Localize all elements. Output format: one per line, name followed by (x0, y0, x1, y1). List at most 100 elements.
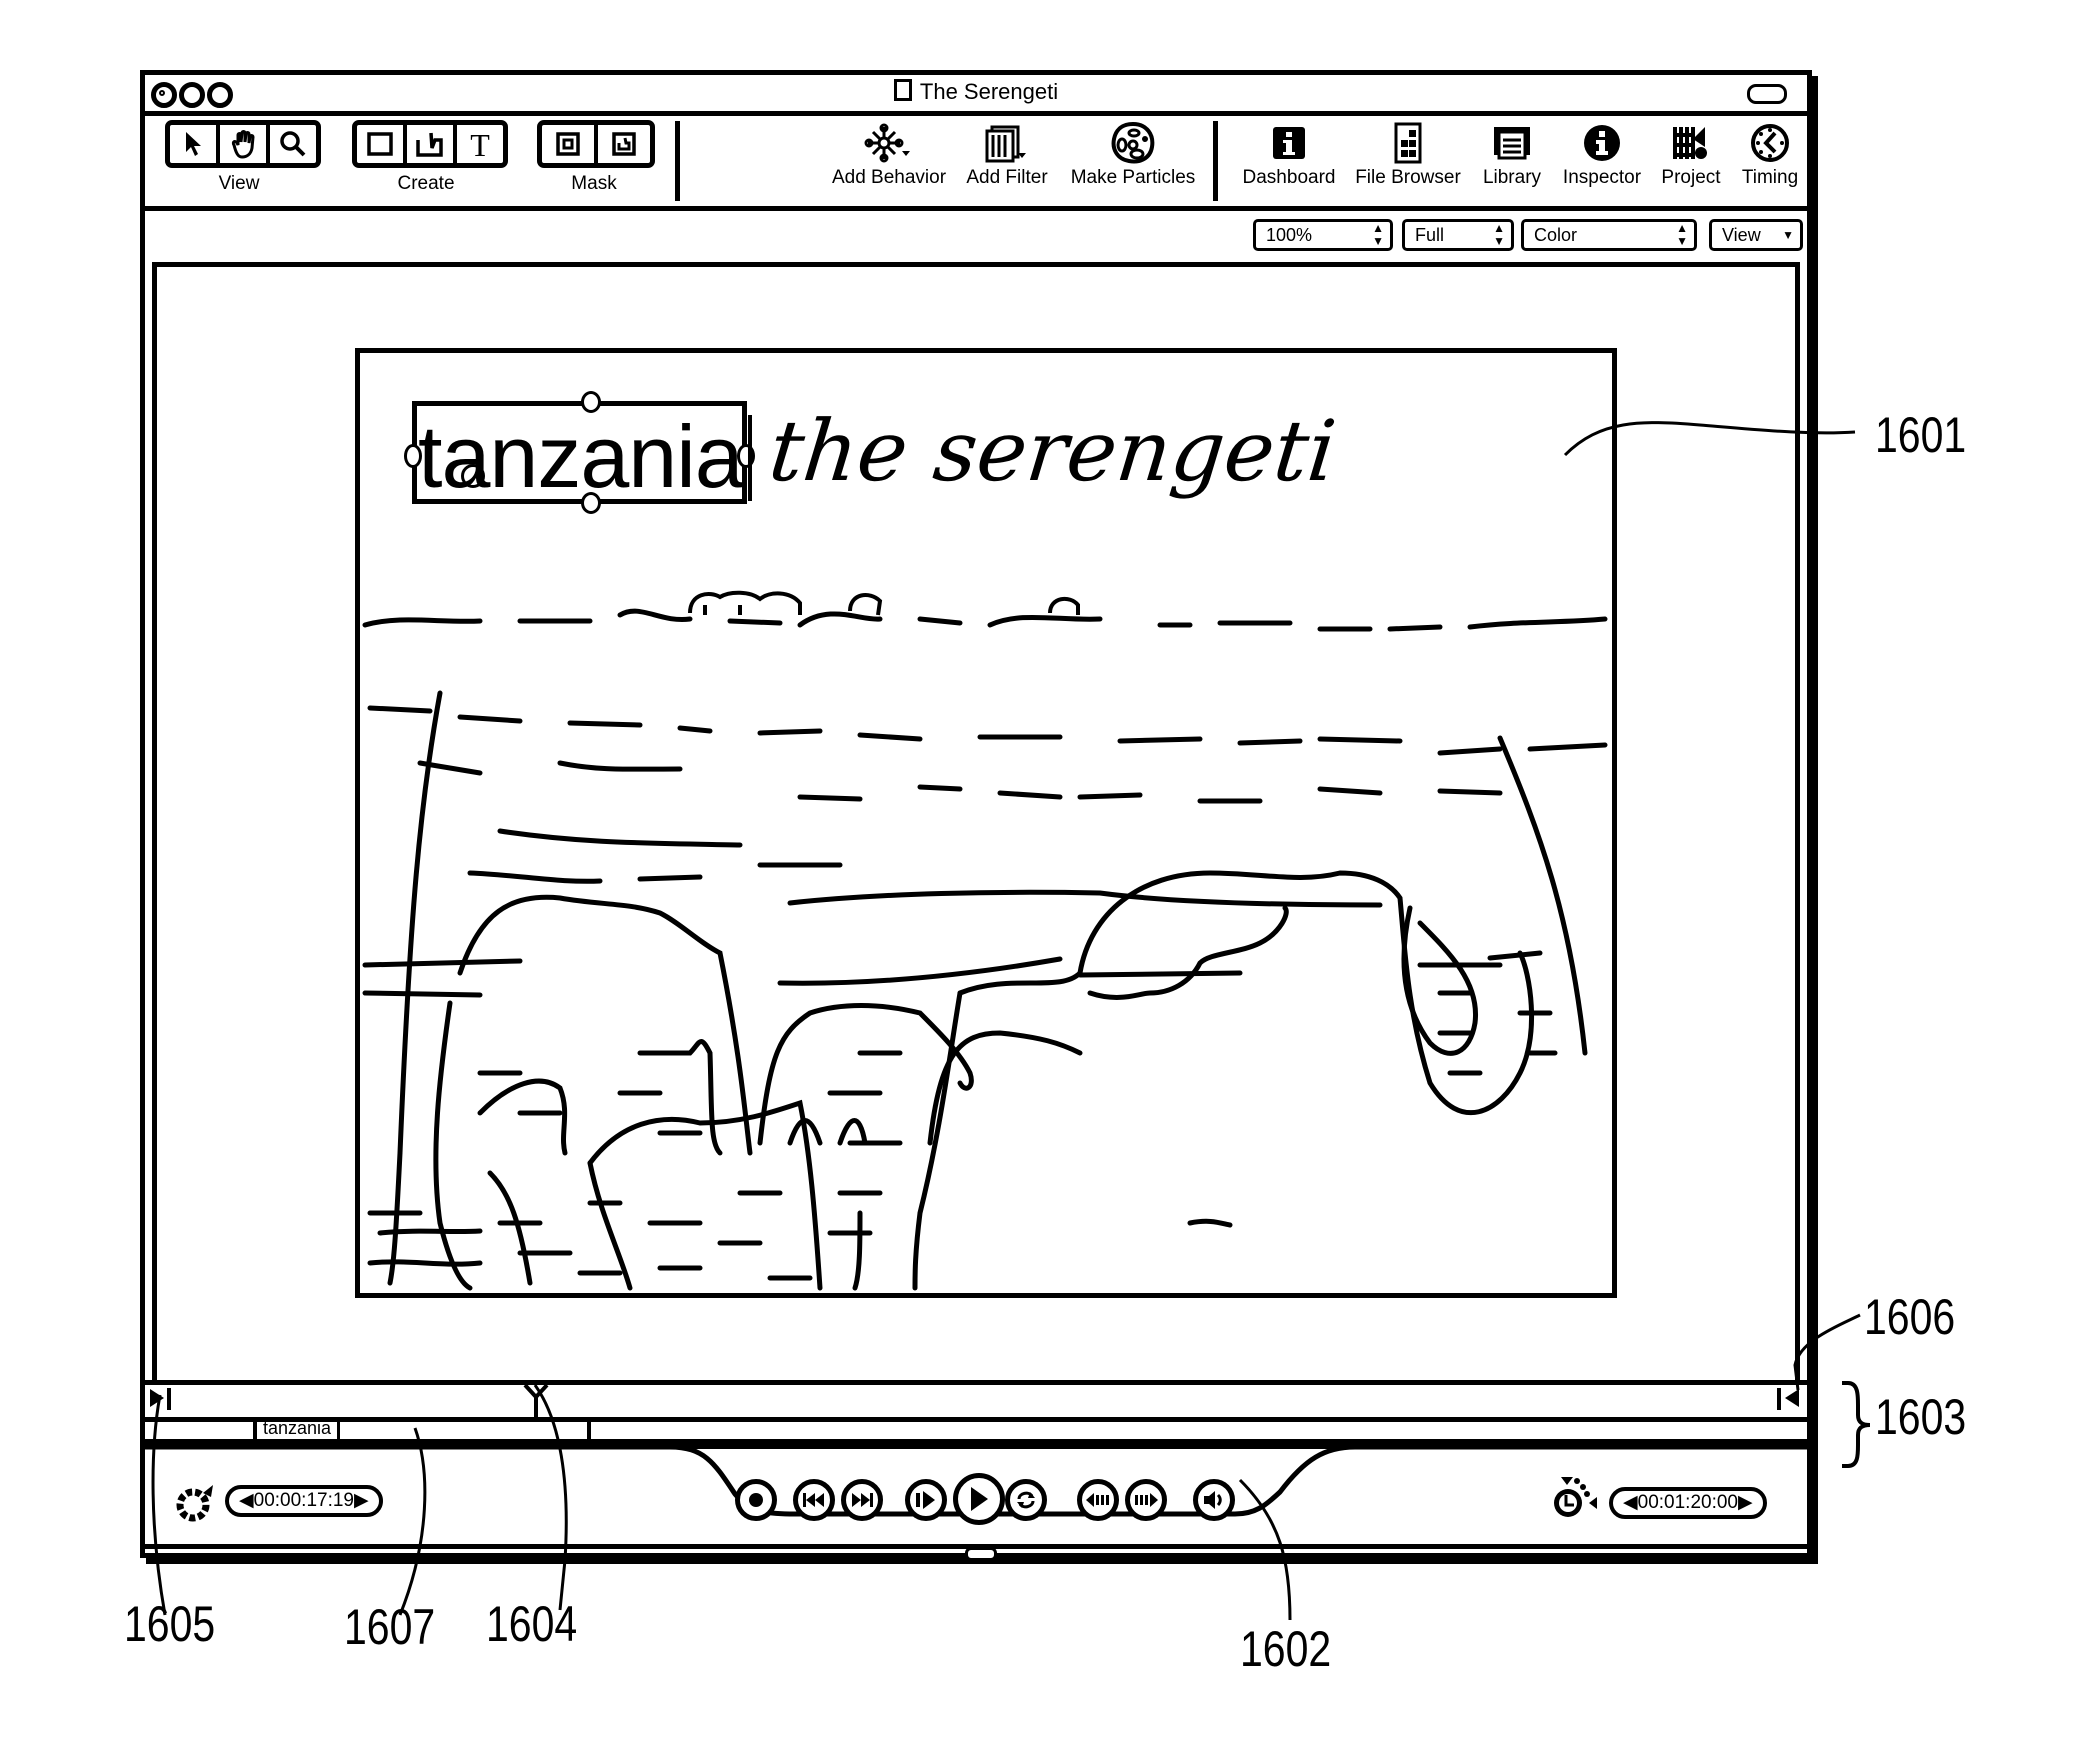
reference-numeral-1607: 1607 (344, 1599, 436, 1655)
play-range-in-icon (150, 1389, 164, 1407)
toolbar: View T Create Mask Add Behavior Add Filt… (145, 111, 1807, 211)
dashboard-label: Dashboard (1242, 167, 1336, 188)
project-icon (1673, 127, 1707, 159)
resize-grip[interactable] (965, 1547, 997, 1561)
timing-clock-icon (1751, 124, 1789, 162)
app-window: The Serengeti View T Create Mask Add Beh… (140, 70, 1812, 1561)
make-particles-label: Make Particles (1070, 167, 1196, 188)
resolution-value: Full (1415, 225, 1445, 245)
reference-numeral-1601: 1601 (1875, 407, 1967, 463)
layer-bar[interactable]: tanzania (253, 1417, 591, 1439)
zoom-tool-button[interactable] (270, 125, 316, 163)
behavior-gear-icon (864, 123, 910, 163)
create-tool-group: T (352, 120, 508, 168)
file-browser-label: File Browser (1355, 167, 1461, 188)
audio-button[interactable] (1193, 1479, 1235, 1521)
duration-field[interactable]: ◀00:01:20:00▶ (1609, 1487, 1767, 1519)
reference-numeral-1602: 1602 (1240, 1621, 1332, 1677)
play-range-out-marker[interactable] (1777, 1388, 1803, 1410)
bezier-tool-button[interactable] (407, 125, 457, 163)
rectangle-tool-button[interactable] (357, 125, 407, 163)
brace-1603 (1842, 1381, 1871, 1468)
window-footer (145, 1544, 1807, 1561)
bezier-mask-button[interactable] (598, 125, 650, 163)
channels-value: Color (1534, 225, 1578, 245)
file-browser-button[interactable]: File Browser (1349, 119, 1467, 189)
stepper-arrows-icon: ▲ ▼ (1676, 221, 1688, 248)
select-tool-button[interactable] (170, 125, 220, 163)
play-range-in-marker[interactable] (149, 1388, 171, 1410)
zoom-level-value: 100% (1266, 225, 1313, 245)
channels-popup[interactable]: Color ▲ ▼ (1521, 219, 1697, 251)
inspector-button[interactable]: Inspector (1555, 119, 1649, 189)
next-frame-icon (1135, 1493, 1158, 1507)
play-button[interactable] (953, 1473, 1005, 1525)
library-icon (1494, 127, 1530, 160)
resolution-popup[interactable]: Full ▲ ▼ (1402, 219, 1514, 251)
playhead-icon (523, 1383, 549, 1417)
current-time-value: 00:00:17:19 (253, 1490, 354, 1511)
current-time-icon (175, 1483, 219, 1528)
chevron-down-icon: ▼ (1782, 228, 1794, 242)
go-to-end-button[interactable] (841, 1479, 883, 1521)
play-from-start-button[interactable] (905, 1479, 947, 1521)
pan-tool-button[interactable] (220, 125, 270, 163)
timing-button[interactable]: Timing (1735, 119, 1805, 189)
text-cursor-bar (748, 415, 752, 501)
time-decrement-icon[interactable]: ◀ (239, 1490, 254, 1511)
time-increment-icon[interactable]: ▶ (1738, 1492, 1753, 1513)
timing-label: Timing (1741, 167, 1799, 188)
go-to-end-icon (852, 1493, 873, 1507)
reference-numeral-1604: 1604 (486, 1596, 578, 1652)
add-behavior-button[interactable]: Add Behavior (827, 119, 951, 189)
previous-frame-icon (1086, 1493, 1109, 1507)
inspector-icon (1584, 125, 1620, 161)
view-menu-label: View (1722, 225, 1761, 245)
loop-button[interactable] (1005, 1479, 1047, 1521)
current-time-field[interactable]: ◀00:00:17:19▶ (225, 1485, 383, 1517)
view-menu-button[interactable]: View ▼ (1709, 219, 1803, 251)
canvas-frame[interactable]: tanzania the serengeti (355, 348, 1617, 1298)
previous-frame-button[interactable] (1077, 1479, 1119, 1521)
tanzania-text-object[interactable]: tanzania (418, 413, 744, 501)
zoom-level-popup[interactable]: 100% ▲ ▼ (1253, 219, 1393, 251)
project-button[interactable]: Project (1653, 119, 1729, 189)
viewer-options-bar: 100% ▲ ▼ Full ▲ ▼ Color ▲ ▼ View ▼ (145, 211, 1807, 259)
library-label: Library (1482, 167, 1542, 188)
canvas-viewer[interactable]: tanzania the serengeti (152, 262, 1800, 1380)
time-increment-icon[interactable]: ▶ (354, 1490, 369, 1511)
add-filter-label: Add Filter (966, 167, 1048, 188)
make-particles-button[interactable]: Make Particles (1065, 119, 1201, 189)
go-to-start-button[interactable] (793, 1479, 835, 1521)
go-to-start-icon (803, 1493, 824, 1507)
dashboard-button[interactable]: Dashboard (1237, 119, 1341, 189)
inspector-label: Inspector (1562, 167, 1642, 188)
time-decrement-icon[interactable]: ◀ (1623, 1492, 1638, 1513)
bezier-pen-icon (416, 132, 443, 157)
filter-icon (985, 125, 1026, 163)
next-frame-button[interactable] (1125, 1479, 1167, 1521)
transport-controls: ◀00:00:17:19▶ ◀00:01:20:00▶ (145, 1444, 1807, 1549)
play-from-start-icon (916, 1491, 935, 1509)
project-label: Project (1661, 167, 1721, 188)
loop-icon (1017, 1491, 1035, 1509)
reference-numeral-1606: 1606 (1864, 1289, 1956, 1345)
record-button[interactable] (735, 1479, 777, 1521)
gear-time-icon (176, 1485, 213, 1522)
mask-group-label: Mask (571, 173, 617, 194)
rectangle-mask-button[interactable] (542, 125, 598, 163)
create-group-label: Create (397, 173, 455, 194)
library-button[interactable]: Library (1477, 119, 1547, 189)
mini-timeline-ruler[interactable] (145, 1380, 1807, 1422)
window-title-text: The Serengeti (919, 79, 1059, 104)
mini-timeline-track: tanzania (145, 1417, 1807, 1444)
add-filter-button[interactable]: Add Filter (957, 119, 1057, 189)
play-range-out-icon (1785, 1389, 1799, 1407)
rectangle-mask-icon (556, 132, 580, 156)
text-tool-button[interactable]: T (457, 125, 503, 163)
toolbar-divider (1213, 121, 1218, 201)
serengeti-title-text[interactable]: the serengeti (765, 401, 1341, 501)
toolbar-toggle-button[interactable] (1747, 84, 1787, 104)
toolbar-divider (675, 121, 680, 201)
view-group-label: View (218, 173, 260, 194)
